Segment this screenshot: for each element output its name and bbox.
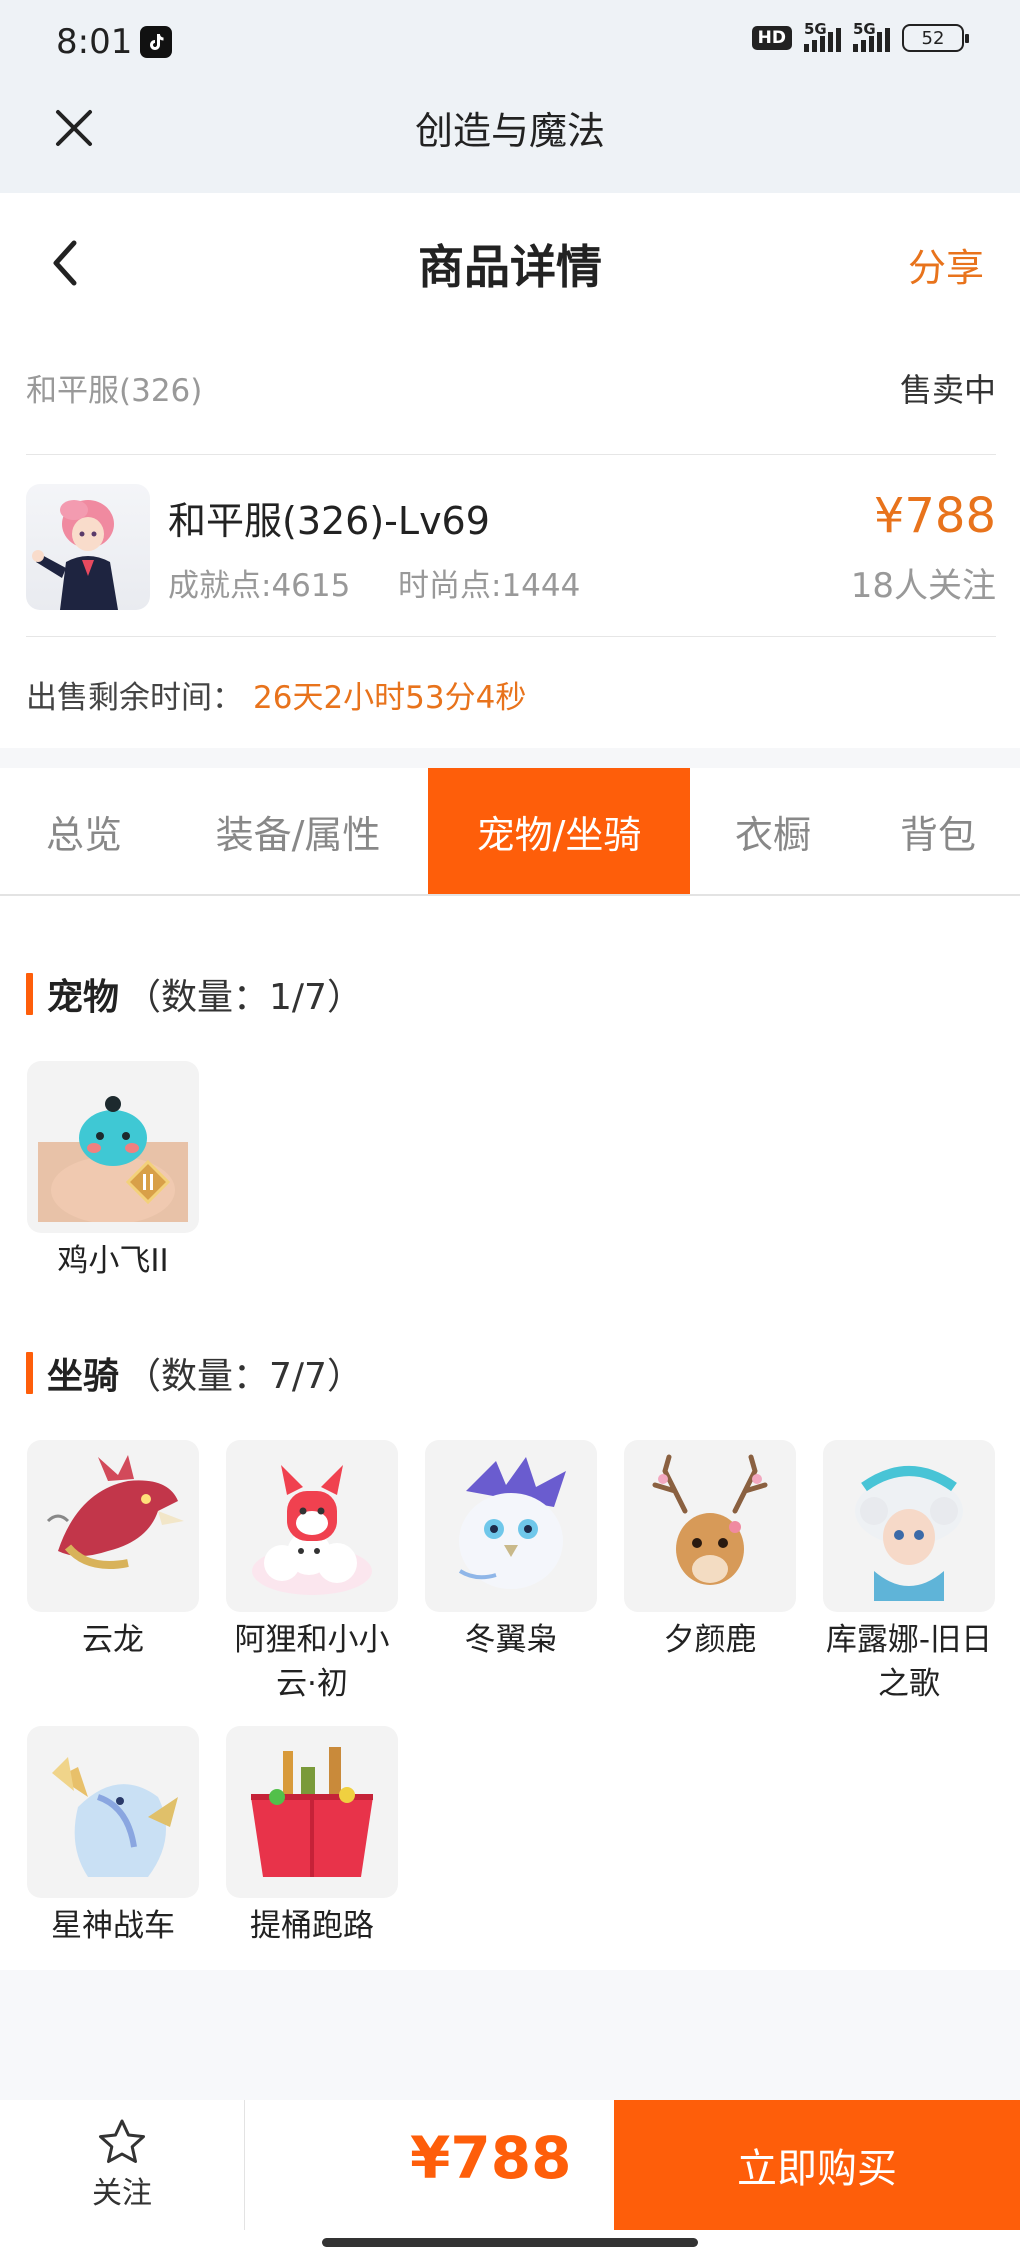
product-name: 和平服(326)-Lv69 <box>168 499 490 543</box>
bottom-action-bar: 关注 ¥788 立即购买 <box>0 2100 1020 2230</box>
network-type-label: 5G <box>853 20 876 38</box>
app-title: 创造与魔法 <box>414 109 605 153</box>
character-avatar <box>26 484 150 610</box>
status-indicators: HD 5G 5G 52 <box>751 20 969 52</box>
mount-name: 星神战车 <box>51 1908 175 1944</box>
page-title: 商品详情 <box>418 240 602 294</box>
product-price: ¥788 <box>873 488 996 544</box>
remaining-time-value: 26天2小时53分4秒 <box>253 680 527 716</box>
fashion-points: 时尚点:1444 <box>398 568 581 604</box>
mount-thumbnail <box>27 1726 199 1898</box>
home-indicator[interactable] <box>322 2238 698 2247</box>
pet-thumbnail <box>27 1061 199 1233</box>
mount-name: 冬翼枭 <box>464 1622 558 1658</box>
content-footer-band <box>0 1970 1020 2100</box>
buy-now-button[interactable]: 立即购买 <box>614 2100 1020 2230</box>
mount-item[interactable]: 提桶跑路 <box>226 1726 402 1948</box>
section-separator <box>0 748 1020 768</box>
mount-item[interactable]: 库露娜-旧日之歌 <box>823 1440 999 1706</box>
mount-item[interactable]: 星神战车 <box>27 1726 203 1948</box>
section-name: 坐骑 <box>47 1356 120 1397</box>
follower-count: 18人关注 <box>850 566 996 606</box>
signal-strength-icon-1: 5G <box>804 20 841 52</box>
mount-thumbnail <box>425 1440 597 1612</box>
status-time: 8:01 <box>56 22 133 62</box>
section-marker <box>26 1352 33 1394</box>
tab-pets-mounts[interactable]: 宠物/坐骑 <box>428 768 690 894</box>
mount-name: 阿狸和小小云·初 <box>234 1622 390 1702</box>
mount-item[interactable]: 夕颜鹿 <box>624 1440 800 1662</box>
star-icon <box>99 2119 145 2163</box>
page-header: 商品详情 分享 <box>0 193 1020 333</box>
follow-button[interactable]: 关注 <box>0 2100 244 2230</box>
mount-item[interactable]: 阿狸和小小云·初 <box>226 1440 402 1706</box>
sale-status: 售卖中 <box>899 371 996 409</box>
mount-thumbnail <box>226 1440 398 1612</box>
tab-wardrobe[interactable]: 衣橱 <box>690 768 856 894</box>
mount-name: 云龙 <box>82 1622 144 1658</box>
section-marker <box>26 973 33 1015</box>
tab-equipment-attributes[interactable]: 装备/属性 <box>168 768 428 894</box>
mount-item[interactable]: 云龙 <box>27 1440 203 1662</box>
mount-thumbnail <box>624 1440 796 1612</box>
mount-name: 库露娜-旧日之歌 <box>825 1622 993 1702</box>
section-count: （数量：1/7） <box>125 977 363 1018</box>
hd-voice-badge: HD <box>751 26 792 50</box>
pet-name: 鸡小飞II <box>57 1243 169 1279</box>
section-name: 宠物 <box>47 977 120 1018</box>
achievement-points: 成就点:4615 <box>168 568 351 604</box>
mounts-section-title: 坐骑 （数量：7/7） <box>26 1347 363 1399</box>
bottom-price: ¥788 <box>410 2124 572 2192</box>
divider <box>26 454 996 455</box>
divider <box>244 2100 245 2230</box>
mount-name: 提桶跑路 <box>250 1908 374 1944</box>
mount-thumbnail <box>823 1440 995 1612</box>
share-button[interactable]: 分享 <box>908 237 984 292</box>
divider <box>26 636 996 637</box>
remaining-time-label: 出售剩余时间： <box>26 680 243 716</box>
mount-name: 夕颜鹿 <box>663 1622 757 1658</box>
follow-label: 关注 <box>92 2176 152 2211</box>
network-type-label: 5G <box>804 20 827 38</box>
section-count: （数量：7/7） <box>125 1356 363 1397</box>
app-top-bar: 8:01 HD 5G 5G 52 创造与魔法 <box>0 0 1020 193</box>
detail-tabs: 总览 装备/属性 宠物/坐骑 衣橱 背包 <box>0 768 1020 896</box>
tab-overview[interactable]: 总览 <box>0 768 168 894</box>
mount-thumbnail <box>226 1726 398 1898</box>
tab-backpack[interactable]: 背包 <box>856 768 1020 894</box>
mount-item[interactable]: 冬翼枭 <box>425 1440 601 1662</box>
pet-item[interactable]: 鸡小飞II <box>27 1061 203 1283</box>
battery-icon: 52 <box>902 24 969 52</box>
server-name: 和平服(326) <box>26 373 203 409</box>
pets-section-title: 宠物 （数量：1/7） <box>26 968 363 1020</box>
tiktok-notification-icon <box>140 26 172 58</box>
signal-strength-icon-2: 5G <box>853 20 890 52</box>
mount-thumbnail <box>27 1440 199 1612</box>
